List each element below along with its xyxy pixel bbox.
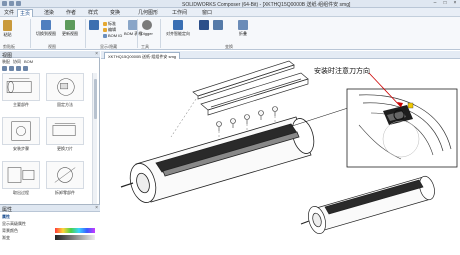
thumbnail-drawing <box>6 78 32 93</box>
refresh-icon <box>65 20 75 30</box>
eye-icon <box>89 20 99 30</box>
ribbon-tabs: 文件 主页 渲染 作者 样式 变换 几何图形 工作间 窗口 <box>0 8 460 17</box>
properties-panel: 属性 × 属性 显示高级属性 背景颜色 渐变 <box>0 204 100 255</box>
checkbox-icon <box>103 22 107 26</box>
minimize-button[interactable]: – <box>432 1 438 6</box>
assembled-roller <box>300 175 435 234</box>
close-icon[interactable]: × <box>95 205 98 211</box>
camera-icon <box>41 20 51 30</box>
view-thumbnail[interactable] <box>46 117 84 145</box>
views-panel-header: 视图 × <box>0 51 100 59</box>
checkbox-icon <box>103 33 107 38</box>
callout-text: 安装时注意刀方向 <box>314 67 370 75</box>
undo-icon[interactable] <box>9 1 14 6</box>
group-clipboard: 剪贴板 <box>3 44 15 49</box>
bom-table-button[interactable]: BOM 表格 <box>124 20 142 37</box>
group-transform: 变换 <box>225 44 233 49</box>
view-thumbnail[interactable] <box>2 73 40 101</box>
digger-button[interactable]: Digger <box>141 20 153 36</box>
view-thumbnail-label: 安装步骤 <box>13 146 29 151</box>
view-thumbnail-label: 取出过程 <box>13 190 29 195</box>
group-viewpoint: 视图 <box>48 44 56 49</box>
tab-geometry[interactable]: 几何图形 <box>136 9 160 17</box>
collapse-icon <box>238 20 248 30</box>
maximize-button[interactable]: □ <box>442 1 448 6</box>
create-view-icon[interactable] <box>2 66 7 71</box>
tab-assembly[interactable]: 装配 <box>2 59 10 65</box>
title-bar: SOLIDWORKS Composer (64-Bit) - [XKTHQ15Q… <box>0 0 460 8</box>
tab-home[interactable]: 主页 <box>17 9 34 17</box>
move-icon <box>173 20 183 30</box>
settings-icon[interactable] <box>23 66 28 71</box>
view-thumbnail[interactable] <box>2 117 40 145</box>
view-thumbnail[interactable] <box>46 73 84 101</box>
views-panel-tabs: 装配 协同 BOM <box>0 59 100 65</box>
assembly-illustration <box>120 60 458 234</box>
viewport-canvas[interactable]: 安装时注意刀方向 <box>101 59 460 255</box>
group-show-hide: 显示/隐藏 <box>100 44 118 49</box>
gradient-picker[interactable] <box>55 235 95 240</box>
group-tools: 工具 <box>141 44 149 49</box>
save-icon[interactable] <box>2 1 7 6</box>
thumbnail-drawing <box>11 121 31 141</box>
explode-icon <box>199 20 209 30</box>
visibility-button[interactable] <box>89 20 99 30</box>
document-tabs: XKTHQ15Q0000B 送纸·组组件安 smg <box>101 51 460 59</box>
thumbnail-drawing <box>52 123 76 136</box>
property-row[interactable]: 渐变 <box>2 235 10 240</box>
detail-leader-line <box>288 106 352 128</box>
views-toolbar <box>0 66 100 72</box>
property-category[interactable]: 属性 <box>2 214 10 219</box>
views-panel-title: 视图 <box>2 53 13 59</box>
smart-orient-button[interactable]: 对齐智能定向 <box>166 20 190 37</box>
close-button[interactable]: × <box>452 1 458 6</box>
thumbnail-drawing <box>57 78 75 96</box>
update-viewpoint-button[interactable]: 更新视图 <box>62 20 78 37</box>
paste-button[interactable]: 粘贴 <box>3 20 12 38</box>
tab-collaboration[interactable]: 协同 <box>13 59 21 65</box>
property-row[interactable]: 背景颜色 <box>2 228 18 233</box>
view-thumbnail[interactable] <box>2 161 40 189</box>
translate-icon <box>213 20 223 30</box>
checkbox-icon <box>103 28 107 32</box>
scrollbar-thumb[interactable] <box>94 79 97 119</box>
tab-window[interactable]: 窗口 <box>200 9 214 17</box>
detail-view <box>346 88 458 168</box>
color-picker[interactable] <box>55 228 95 233</box>
quick-access-toolbar[interactable] <box>2 1 21 6</box>
ribbon: 粘贴 切换到视图 更新视图 标准 编辑 BOM ID BOM 表格 Digger… <box>0 17 460 50</box>
view-thumbnail-label: 更换刀片 <box>57 146 73 151</box>
properties-header: 属性 × <box>0 205 100 213</box>
document-tab[interactable]: XKTHQ15Q0000B 送纸·组组件安 smg <box>104 52 181 59</box>
close-icon[interactable]: × <box>95 51 98 57</box>
blade-holder <box>200 72 309 116</box>
delete-view-icon[interactable] <box>16 66 21 71</box>
translate-button[interactable] <box>213 20 223 30</box>
tab-render[interactable]: 渲染 <box>42 9 56 17</box>
tab-author[interactable]: 作者 <box>64 9 78 17</box>
view-thumbnail-label: 拆卸零部件 <box>55 190 75 195</box>
redo-icon[interactable] <box>16 1 21 6</box>
update-view-icon[interactable] <box>9 66 14 71</box>
tab-workshops[interactable]: 工作间 <box>170 9 189 17</box>
paste-icon <box>3 20 12 31</box>
thumbnail-drawing <box>7 167 35 183</box>
tab-bom[interactable]: BOM <box>24 59 33 65</box>
explode-button[interactable] <box>199 20 209 30</box>
properties-title: 属性 <box>2 207 13 213</box>
view-thumbnail[interactable] <box>46 161 84 189</box>
view-thumbnail-label: 固定方法 <box>57 102 73 107</box>
tab-style[interactable]: 样式 <box>86 9 100 17</box>
magnifier-icon <box>141 20 152 30</box>
tab-transform[interactable]: 变换 <box>108 9 122 17</box>
bom-id-option[interactable]: BOM ID <box>103 33 122 38</box>
property-row[interactable]: 显示高级属性 <box>2 221 26 226</box>
tab-file[interactable]: 文件 <box>2 9 16 17</box>
collapse-button[interactable]: 折叠 <box>238 20 248 37</box>
thumbnail-drawing <box>54 167 76 183</box>
switch-viewpoint-button[interactable]: 切换到视图 <box>36 20 56 37</box>
window-title: SOLIDWORKS Composer (64-Bit) - [XKTHQ15Q… <box>182 2 351 8</box>
view-thumbnail-label: 主要部件 <box>13 102 29 107</box>
